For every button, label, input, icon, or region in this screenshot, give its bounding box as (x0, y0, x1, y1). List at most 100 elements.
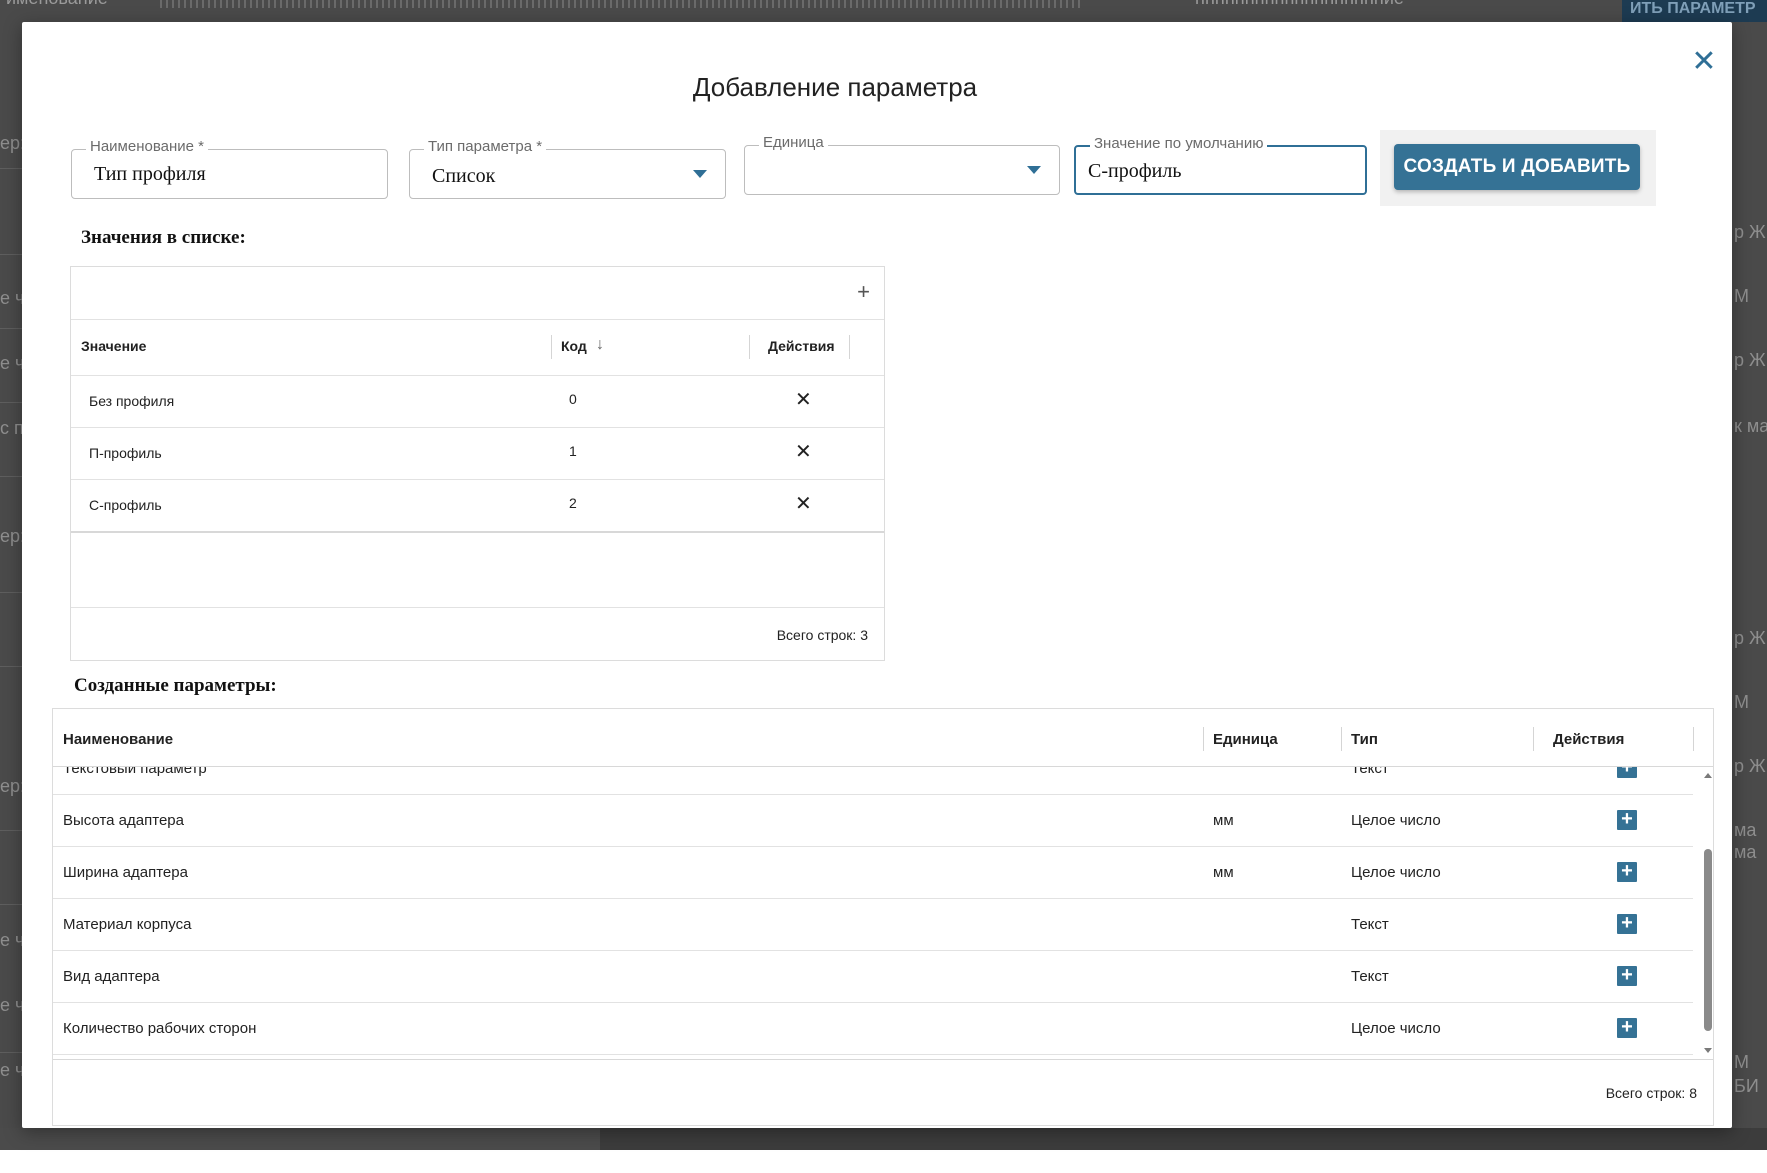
column-header-actions: Действия (768, 338, 835, 354)
param-name: Ширина адаптера (63, 864, 188, 881)
table-row[interactable]: Без профиля 0 ✕ (71, 375, 884, 427)
name-field[interactable]: Наименование * Тип профиля (71, 138, 388, 199)
param-type: Целое число (1351, 1020, 1441, 1037)
params-heading: Созданные параметры: (74, 675, 277, 696)
bg-fragment: М (1734, 692, 1749, 712)
param-type: Текст (1351, 916, 1389, 933)
param-unit: мм (1213, 864, 1234, 881)
bg-stripe (160, 0, 1080, 8)
arrow-down-icon[interactable]: ↓ (596, 336, 604, 354)
param-unit: мм (1213, 812, 1234, 829)
create-button-container: СОЗДАТЬ И ДОБАВИТЬ (1380, 130, 1656, 206)
param-name: Количество рабочих сторон (63, 1020, 257, 1037)
column-separator (551, 335, 552, 359)
default-value-field[interactable]: Значение по умолчанию С-профиль (1074, 135, 1367, 195)
column-separator (1693, 727, 1694, 751)
default-field-label: Значение по умолчанию (1090, 135, 1268, 152)
table-row[interactable]: Материал корпуса Текст + (53, 899, 1693, 951)
create-and-add-button[interactable]: СОЗДАТЬ И ДОБАВИТЬ (1394, 144, 1640, 190)
row-code: 1 (569, 443, 577, 459)
column-separator (1341, 727, 1342, 751)
row-code: 0 (569, 391, 577, 407)
column-separator (1533, 727, 1534, 751)
column-separator (749, 335, 750, 359)
column-header-value[interactable]: Значение (81, 338, 146, 354)
bg-bottom-bar-left (0, 1128, 600, 1150)
chevron-down-icon[interactable] (693, 170, 707, 178)
column-header-actions: Действия (1553, 731, 1625, 748)
bg-fragment: с п (0, 418, 24, 438)
param-name: Материал корпуса (63, 916, 192, 933)
divider (71, 319, 884, 320)
parameters-table-body[interactable]: Текстовый параметр Текст + Высота адапте… (53, 767, 1693, 1057)
chevron-down-icon[interactable] (1027, 166, 1041, 174)
column-separator (849, 335, 850, 359)
column-header-type[interactable]: Тип (1351, 731, 1378, 748)
type-field-label: Тип параметра * (424, 138, 547, 155)
scroll-up-icon[interactable] (1704, 773, 1712, 778)
bg-fragment: р Ж (1734, 628, 1766, 648)
bg-divider (0, 254, 22, 255)
bg-divider (0, 830, 22, 831)
dialog-title: Добавление параметра (692, 72, 978, 102)
values-table: + Значение Код ↓ Действия Без профиля 0 … (70, 266, 885, 661)
param-type: Целое число (1351, 812, 1441, 829)
column-header-unit[interactable]: Единица (1213, 731, 1278, 748)
close-icon[interactable]: ✕ (795, 492, 812, 516)
unit-field-label: Единица (759, 134, 828, 151)
column-header-name[interactable]: Наименование (63, 731, 173, 748)
parameter-type-select[interactable]: Тип параметра * Список (409, 138, 726, 199)
table-row[interactable]: Высота адаптера мм Целое число + (53, 795, 1693, 847)
close-icon[interactable]: ✕ (795, 388, 812, 412)
bg-fragment: ма (1734, 820, 1757, 840)
table-row[interactable]: Ширина адаптера мм Целое число + (53, 847, 1693, 899)
table-row[interactable]: Вид адаптера Текст + (53, 951, 1693, 1003)
table-row[interactable]: П-профиль 1 ✕ (71, 427, 884, 479)
bg-fragment: е ч (0, 288, 25, 308)
type-field-value: Список (432, 165, 496, 187)
param-name: Высота адаптера (63, 812, 184, 829)
plus-square-icon[interactable]: + (1617, 965, 1637, 986)
table-row[interactable]: С-профиль 2 ✕ (71, 479, 884, 531)
plus-square-icon[interactable]: + (1617, 809, 1637, 830)
bg-fragment: е ч (0, 995, 25, 1015)
row-count: Всего строк: 8 (1605, 1085, 1697, 1101)
bg-header-text: ннннннннннннннннннние (1195, 0, 1404, 9)
scroll-down-icon[interactable] (1704, 1048, 1712, 1053)
table-row[interactable]: Количество рабочих сторон Целое число + (53, 1003, 1693, 1055)
bg-add-parameter-button: ИТЬ ПАРАМЕТР (1622, 0, 1767, 22)
column-header-code[interactable]: Код (561, 338, 587, 354)
bg-fragment: р Ж (1734, 350, 1766, 370)
plus-square-icon[interactable]: + (1617, 913, 1637, 934)
name-field-label: Наименование * (86, 138, 208, 155)
plus-icon[interactable]: + (857, 281, 870, 303)
bg-fragment: е ч (0, 1060, 25, 1080)
bg-fragment: БИ (1734, 1076, 1759, 1096)
bg-fragment: е ч (0, 353, 25, 373)
bg-fragment: р Ж (1734, 756, 1766, 776)
bg-divider (0, 328, 22, 329)
column-separator (1203, 727, 1204, 751)
param-name: Вид адаптера (63, 968, 160, 985)
bg-divider (0, 592, 22, 593)
bg-divider (0, 476, 22, 477)
unit-select[interactable]: Единица (744, 134, 1060, 195)
plus-square-icon[interactable]: + (1617, 1017, 1637, 1038)
scrollbar-thumb[interactable] (1704, 849, 1712, 1031)
plus-square-icon[interactable]: + (1617, 767, 1637, 778)
bg-divider (0, 666, 22, 667)
bg-fragment: р Ж (1734, 222, 1766, 242)
bg-divider (0, 168, 22, 169)
table-row[interactable]: Текстовый параметр Текст + (53, 767, 1693, 795)
bg-header-label: именование (6, 0, 108, 9)
scrollbar[interactable] (1703, 767, 1713, 1057)
plus-square-icon[interactable]: + (1617, 861, 1637, 882)
bg-fragment: к ма (1734, 416, 1767, 436)
row-count: Всего строк: 3 (776, 627, 868, 643)
close-icon[interactable]: ✕ (1686, 44, 1722, 80)
close-icon[interactable]: ✕ (795, 440, 812, 464)
bg-fragment: М (1734, 1052, 1749, 1072)
divider (71, 531, 884, 533)
parameters-table: Наименование Единица Тип Действия Тексто… (52, 708, 1714, 1126)
bg-fragment: ма (1734, 842, 1757, 862)
